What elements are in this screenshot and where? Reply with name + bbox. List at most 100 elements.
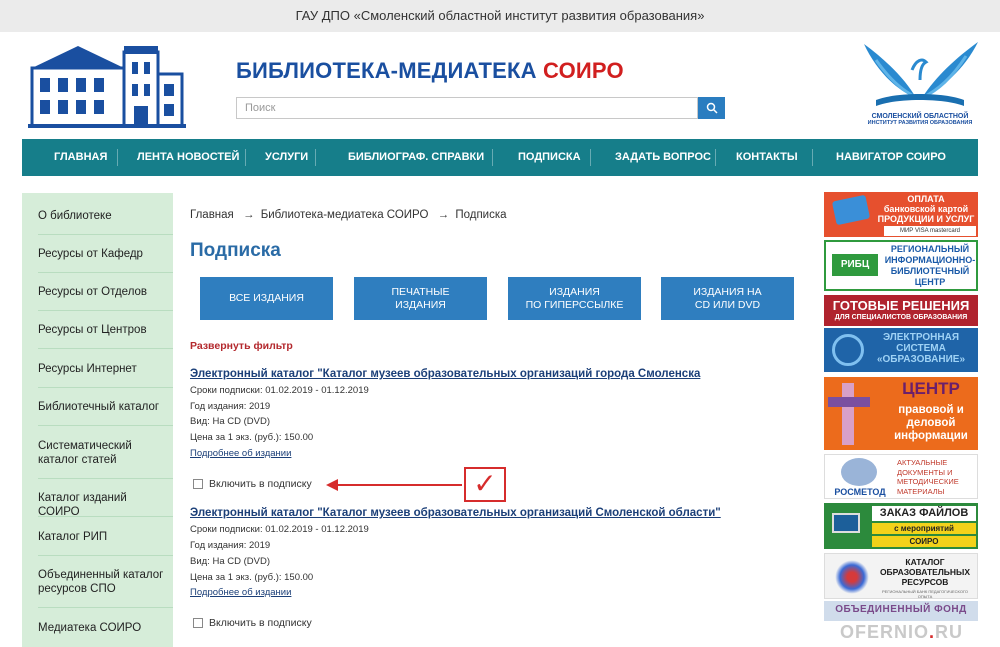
sidebar-divider	[38, 234, 173, 235]
subscribe-label: Включить в подписку	[209, 617, 312, 629]
signpost-arrow-icon	[828, 397, 870, 407]
subscribe-checkbox[interactable]	[193, 479, 203, 489]
banner-ribc[interactable]: РИБЦ РЕГИОНАЛЬНЫЙ ИНФОРМАЦИОННО- БИБЛИОТЕЧ…	[824, 240, 978, 291]
item-price: Цена за 1 экз. (руб.): 150.00	[190, 432, 314, 443]
sidebar-divider	[38, 425, 173, 426]
filter-hyperlink-button[interactable]: ИЗДАНИЯ ПО ГИПЕРССЫЛКЕ	[508, 277, 641, 320]
monitor-icon	[832, 513, 860, 533]
sidebar-divider	[38, 478, 173, 479]
nav-item-news[interactable]: ЛЕНТА НОВОСТЕЙ	[137, 151, 239, 163]
breadcrumb-current: Подписка	[455, 209, 507, 221]
nav-divider	[315, 149, 316, 166]
item-more-link[interactable]: Подробнее об издании	[190, 587, 291, 598]
filter-print-label-2: ИЗДАНИЯ	[395, 298, 446, 311]
breadcrumb-section[interactable]: Библиотека-медиатека СОИРО	[261, 209, 429, 221]
nav-item-biblio[interactable]: БИБЛИОГРАФ. СПРАВКИ	[348, 151, 484, 163]
nav-item-services[interactable]: УСЛУГИ	[265, 151, 308, 163]
sidebar: О библиотеке Ресурсы от Кафедр Ресурсы о…	[22, 193, 173, 647]
annotation-check-icon: ✓	[464, 467, 506, 502]
filter-hyperlink-label-2: ПО ГИПЕРССЫЛКЕ	[525, 298, 624, 311]
sidebar-item-about[interactable]: О библиотеке	[38, 209, 168, 223]
nav-item-subscription[interactable]: ПОДПИСКА	[518, 151, 581, 163]
item-year: Год издания: 2019	[190, 540, 271, 551]
main-navigation: ГЛАВНАЯ ЛЕНТА НОВОСТЕЙ УСЛУГИ БИБЛИОГРАФ…	[22, 139, 978, 176]
subscribe-label: Включить в подписку	[209, 478, 312, 490]
item-type: Вид: На CD (DVD)	[190, 416, 270, 427]
sidebar-item-internet[interactable]: Ресурсы Интернет	[38, 362, 168, 376]
payment-systems-logos: МИР VISA mastercard	[884, 226, 976, 236]
annotation-arrow-head	[326, 479, 338, 491]
banner-electronic-system[interactable]: ЭЛЕКТРОННАЯ СИСТЕМА «ОБРАЗОВАНИЕ»	[824, 328, 978, 372]
banner-edu-resources[interactable]: КАТАЛОГ ОБРАЗОВАТЕЛЬНЫХ РЕСУРСОВ РЕГИОНАЛЬ…	[824, 553, 978, 599]
nav-divider	[492, 149, 493, 166]
rosmetod-logo: РОСМЕТОД	[834, 487, 886, 497]
sidebar-item-soiro-catalog[interactable]: Каталог изданий СОИРО	[38, 491, 168, 519]
sidebar-item-divisions[interactable]: Ресурсы от Отделов	[38, 285, 168, 299]
filter-all-button[interactable]: ВСЕ ИЗДАНИЯ	[200, 277, 333, 320]
item-price: Цена за 1 экз. (руб.): 150.00	[190, 572, 314, 583]
subscribe-checkbox-row[interactable]: Включить в подписку	[193, 478, 312, 490]
institute-logo[interactable]: СМОЛЕНСКИЙ ОБЛАСТНОЙ ИНСТИТУТ РАЗВИТИЯ О…	[856, 40, 984, 135]
ribc-logo: РИБЦ	[832, 254, 878, 276]
sidebar-divider	[38, 387, 173, 388]
sidebar-divider	[38, 272, 173, 273]
banner-rosmetod[interactable]: РОСМЕТОД АКТУАЛЬНЫЕ ДОКУМЕНТЫ И МЕТОДИЧЕСК…	[824, 454, 978, 499]
institute-logo-line2: ИНСТИТУТ РАЗВИТИЯ ОБРАЗОВАНИЯ	[867, 120, 973, 126]
sidebar-item-centers[interactable]: Ресурсы от Центров	[38, 323, 168, 337]
annotation-arrow	[336, 484, 462, 486]
breadcrumb-separator: →	[437, 209, 450, 221]
filter-hyperlink-label-1: ИЗДАНИЯ	[549, 285, 600, 298]
signpost-icon	[842, 383, 854, 445]
breadcrumb-home[interactable]: Главная	[190, 209, 234, 221]
filter-cd-button[interactable]: ИЗДАНИЯ НА CD ИЛИ DVD	[661, 277, 794, 320]
card-icon	[831, 194, 871, 226]
sidebar-item-mediateka[interactable]: Медиатека СОИРО	[38, 621, 168, 635]
institute-logo-line1: СМОЛЕНСКИЙ ОБЛАСТНОЙ	[871, 113, 969, 120]
banner-legal-center[interactable]: ЦЕНТР правовой и деловой информации	[824, 377, 978, 450]
banner-ready-solutions-sub: ДЛЯ СПЕЦИАЛИСТОВ ОБРАЗОВАНИЯ	[834, 314, 968, 321]
sidebar-item-systematic-catalog[interactable]: Систематический каталог статей	[38, 439, 168, 467]
item-more-link[interactable]: Подробнее об издании	[190, 448, 291, 459]
watermark: OFERNIO.RU	[840, 622, 964, 642]
banner-file-order-title: ЗАКАЗ ФАЙЛОВ	[872, 506, 976, 521]
sidebar-divider	[38, 607, 173, 608]
banner-card-payment-text: ОПЛАТА банковской картой ПРОДУКЦИИ И УСЛУГ	[877, 194, 975, 224]
sidebar-item-departments[interactable]: Ресурсы от Кафедр	[38, 247, 168, 261]
sidebar-divider	[38, 516, 173, 517]
filter-cd-label-2: CD ИЛИ DVD	[694, 298, 761, 311]
subscribe-checkbox-row[interactable]: Включить в подписку	[193, 617, 312, 629]
nav-item-contacts[interactable]: КОНТАКТЫ	[736, 151, 798, 163]
banner-file-order[interactable]: ЗАКАЗ ФАЙЛОВ с мероприятий СОИРО	[824, 503, 978, 549]
filter-cd-label-1: ИЗДАНИЯ НА	[693, 285, 762, 298]
banner-card-payment[interactable]: ОПЛАТА банковской картой ПРОДУКЦИИ И УСЛУГ…	[824, 192, 978, 237]
sidebar-divider	[38, 310, 173, 311]
sidebar-divider	[38, 348, 173, 349]
filter-print-button[interactable]: ПЕЧАТНЫЕ ИЗДАНИЯ	[354, 277, 487, 320]
nav-item-navigator[interactable]: НАВИГАТОР СОИРО	[836, 151, 946, 163]
banner-file-order-soiro: СОИРО	[872, 536, 976, 547]
search-button[interactable]	[698, 97, 725, 119]
banner-joint-fund[interactable]: ОБЪЕДИНЕННЫЙ ФОНД	[824, 601, 978, 621]
expand-filter-link[interactable]: Развернуть фильтр	[190, 340, 293, 352]
sidebar-item-rip-catalog[interactable]: Каталог РИП	[38, 530, 168, 544]
item-period: Сроки подписки: 01.02.2019 - 01.12.2019	[190, 524, 369, 535]
banner-ready-solutions[interactable]: ГОТОВЫЕ РЕШЕНИЯ ДЛЯ СПЕЦИАЛИСТОВ ОБРАЗОВ…	[824, 295, 978, 326]
item-title-link[interactable]: Электронный каталог "Каталог музеев обра…	[190, 368, 700, 380]
search-input[interactable]: Поиск	[236, 97, 698, 119]
banner-ribc-text: РЕГИОНАЛЬНЫЙ ИНФОРМАЦИОННО- БИБЛИОТЕЧНЫЙ ЦЕ…	[884, 244, 976, 287]
subscribe-checkbox[interactable]	[193, 618, 203, 628]
dots-tree-icon	[835, 560, 869, 594]
filter-print-label-1: ПЕЧАТНЫЕ	[391, 285, 450, 298]
sidebar-item-library-catalog[interactable]: Библиотечный каталог	[38, 400, 168, 414]
nav-item-ask[interactable]: ЗАДАТЬ ВОПРОС	[615, 151, 711, 163]
breadcrumb: Главная → Библиотека-медиатека СОИРО → П…	[190, 209, 507, 221]
banner-rosmetod-text: АКТУАЛЬНЫЕ ДОКУМЕНТЫ И МЕТОДИЧЕСКИЕ МАТЕРИА…	[897, 458, 959, 496]
library-building-logo[interactable]	[28, 38, 186, 128]
nav-divider	[715, 149, 716, 166]
nav-item-home[interactable]: ГЛАВНАЯ	[54, 151, 107, 163]
item-title-link[interactable]: Электронный каталог "Каталог музеев обра…	[190, 507, 721, 519]
banner-joint-fund-text: ОБЪЕДИНЕННЫЙ ФОНД	[835, 604, 967, 615]
banner-edu-resources-sub: РЕГИОНАЛЬНЫЙ БАНК ПЕДАГОГИЧЕСКОГО ОПЫТА	[881, 589, 969, 599]
sidebar-item-spo-catalog[interactable]: Объединенный каталог ресурсов СПО	[38, 568, 168, 596]
rosmetod-emblem-icon	[841, 458, 877, 486]
